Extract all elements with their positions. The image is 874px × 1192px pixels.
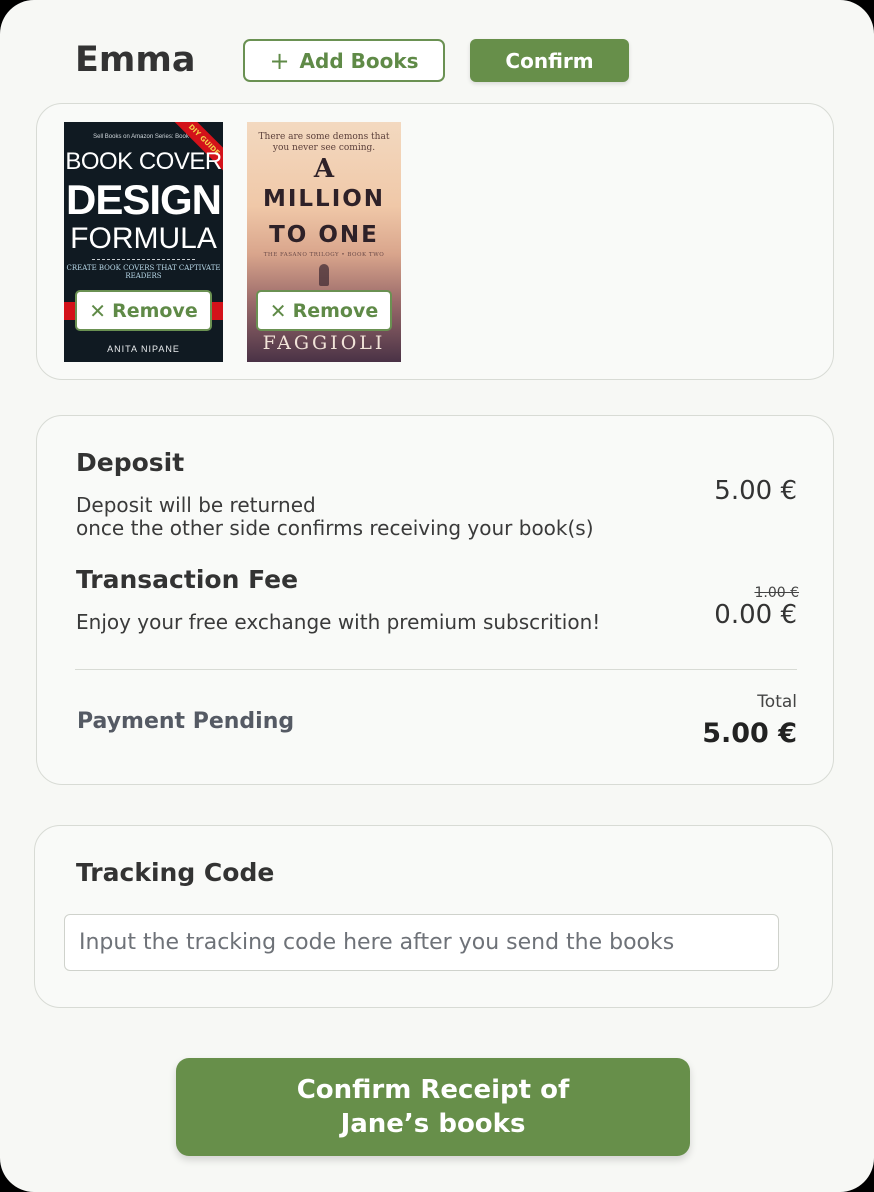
- remove-book-button[interactable]: ✕ Remove: [75, 290, 212, 331]
- remove-book-button[interactable]: ✕ Remove: [256, 290, 392, 331]
- book-author: FAGGIOLI: [262, 332, 386, 354]
- tracking-code-card: Tracking Code: [34, 825, 833, 1008]
- book-tagline: There are some demons that you never see…: [258, 132, 390, 153]
- add-books-label: Add Books: [299, 48, 419, 73]
- payment-status: Payment Pending: [77, 709, 295, 734]
- book-title-line: FORMULA: [70, 222, 217, 255]
- total-label: Total: [757, 692, 797, 712]
- close-icon: ✕: [89, 298, 107, 323]
- remove-label: Remove: [292, 299, 379, 322]
- divider: [92, 259, 195, 260]
- book-author: ANITA NIPANE: [107, 344, 180, 354]
- book-cover: Sell Books on Amazon Series: Book 1 DIY …: [64, 122, 223, 362]
- add-books-button[interactable]: + Add Books: [243, 39, 445, 82]
- book-cover: There are some demons that you never see…: [247, 122, 401, 362]
- cover-figure: [319, 264, 329, 286]
- confirm-receipt-button[interactable]: Confirm Receipt of Jane’s books: [176, 1058, 690, 1156]
- fee-description: Enjoy your free exchange with premium su…: [76, 610, 601, 634]
- selected-books-card: Sell Books on Amazon Series: Book 1 DIY …: [36, 103, 834, 380]
- book-title-line: BOOK COVER: [65, 148, 222, 175]
- fee-title: Transaction Fee: [76, 565, 299, 594]
- fee-amount: 0.00 €: [714, 600, 797, 630]
- deposit-description-line2: once the other side confirms receiving y…: [76, 516, 594, 540]
- divider: [75, 669, 797, 670]
- remove-label: Remove: [112, 299, 198, 322]
- book-title-line: MILLION: [262, 186, 386, 212]
- plus-icon: +: [269, 46, 290, 75]
- user-name: Emma: [75, 40, 196, 80]
- fee-original-amount: 1.00 €: [754, 585, 799, 601]
- exchange-screen: Emma + Add Books Confirm Sell Books on A…: [0, 0, 874, 1192]
- book-subtitle: CREATE BOOK COVERS THAT CAPTIVATE READER…: [66, 264, 221, 280]
- deposit-amount: 5.00 €: [714, 476, 797, 506]
- confirm-button[interactable]: Confirm: [470, 39, 629, 82]
- tracking-code-input[interactable]: [64, 914, 779, 971]
- total-amount: 5.00 €: [702, 718, 797, 749]
- book-title-line: TO ONE: [269, 222, 379, 248]
- book-title-line: A: [313, 154, 335, 184]
- deposit-title: Deposit: [76, 448, 185, 477]
- close-icon: ✕: [269, 298, 287, 323]
- payment-summary-card: Deposit Deposit will be returned once th…: [36, 415, 834, 785]
- tracking-title: Tracking Code: [76, 858, 275, 887]
- book-subtitle: THE FASANO TRILOGY • BOOK TWO: [263, 252, 385, 258]
- deposit-description-line1: Deposit will be returned: [76, 493, 316, 517]
- book-title-line: DESIGN: [65, 176, 222, 223]
